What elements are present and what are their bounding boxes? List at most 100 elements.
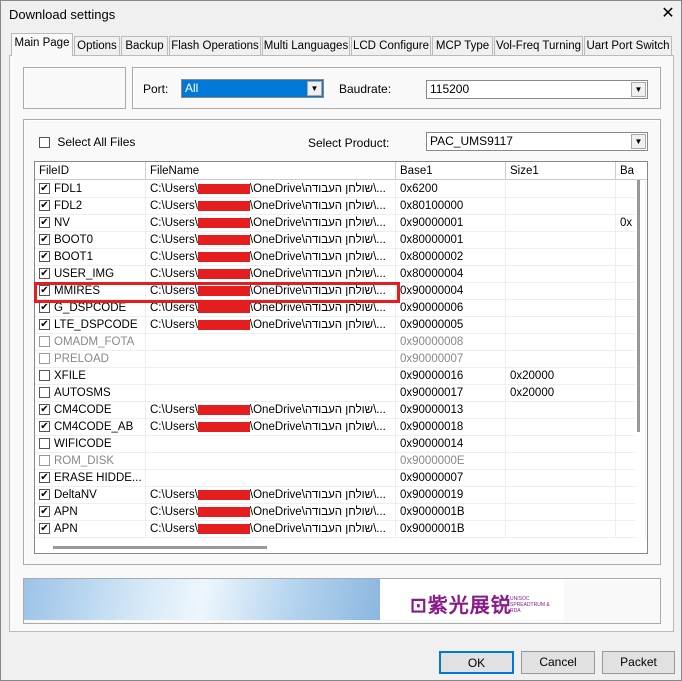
table-row[interactable]: ✔ FDL2 C:\Users\ \OneDrive\שולחן העבודה\...…: [35, 198, 646, 215]
redaction-mark: [197, 251, 250, 262]
port-select[interactable]: All ▼: [181, 79, 324, 98]
table-row[interactable]: ✔ ERASE HIDDE... 0x90000007: [35, 470, 646, 487]
base1-cell: 0x80100000: [396, 198, 506, 215]
path-prefix: C:\Users\: [150, 251, 198, 263]
table-row[interactable]: ROM_DISK 0x9000000E: [35, 453, 646, 470]
chevron-down-icon[interactable]: ▼: [631, 82, 646, 97]
table-row[interactable]: OMADM_FOTA 0x90000008: [35, 334, 646, 351]
file-checkbox[interactable]: [39, 370, 50, 382]
column-header-base1[interactable]: Base1: [396, 162, 506, 180]
table-row[interactable]: ✔ DeltaNV C:\Users\ \OneDrive\שולחן העבודה\…: [35, 487, 646, 504]
file-checkbox[interactable]: ✔: [39, 489, 50, 501]
file-checkbox[interactable]: ✔: [39, 217, 50, 229]
column-header-size1[interactable]: Size1: [506, 162, 616, 180]
file-id-cell: ✔ FDL2: [35, 198, 146, 215]
file-checkbox[interactable]: ✔: [39, 234, 50, 246]
tab-flash-operations[interactable]: Flash Operations: [169, 36, 261, 55]
file-checkbox[interactable]: ✔: [39, 319, 50, 331]
column-header-fileid[interactable]: FileID: [35, 162, 146, 180]
ok-button[interactable]: OK: [439, 651, 514, 674]
table-row[interactable]: XFILE 0x90000016 0x20000: [35, 368, 646, 385]
tab-mcp-type[interactable]: MCP Type: [432, 36, 493, 55]
baudrate-value: 115200: [430, 82, 470, 96]
file-id-cell: ✔ BOOT1: [35, 249, 146, 266]
column-header-ba[interactable]: Ba: [616, 162, 647, 180]
file-checkbox[interactable]: [39, 438, 50, 450]
file-id: BOOT0: [54, 234, 93, 246]
file-name-cell: C:\Users\ \OneDrive\שולחן העבודה\...: [146, 487, 396, 504]
ba-cell: [616, 385, 646, 402]
close-icon[interactable]: ✕: [657, 3, 679, 25]
baudrate-select[interactable]: 115200 ▼: [426, 80, 648, 99]
size1-cell: [506, 419, 616, 436]
window-title: Download settings: [9, 7, 116, 22]
file-checkbox[interactable]: ✔: [39, 404, 50, 416]
chevron-down-icon[interactable]: ▼: [307, 81, 322, 96]
tab-vol-freq-turning[interactable]: Vol-Freq Turning: [494, 36, 583, 55]
tab-backup[interactable]: Backup: [121, 36, 168, 55]
file-checkbox[interactable]: [39, 387, 50, 399]
redaction-mark: [197, 404, 250, 415]
file-name-cell: C:\Users\ \OneDrive\שולחן העבודה\...: [146, 317, 396, 334]
file-checkbox[interactable]: ✔: [39, 268, 50, 280]
table-row[interactable]: ✔ CM4CODE C:\Users\ \OneDrive\שולחן העבודה\…: [35, 402, 646, 419]
path-suffix: \OneDrive\שולחן העבודה\...: [249, 489, 386, 501]
tab-options[interactable]: Options: [74, 36, 120, 55]
table-row[interactable]: ✔ NV C:\Users\ \OneDrive\שולחן העבודה\... 0x…: [35, 215, 646, 232]
column-header-filename[interactable]: FileName: [146, 162, 396, 180]
file-id: APN: [54, 523, 78, 535]
base1-cell: 0x80000004: [396, 266, 506, 283]
vertical-scrollbar-thumb[interactable]: [637, 180, 640, 432]
file-id-cell: ✔ FDL1: [35, 181, 146, 198]
file-checkbox[interactable]: ✔: [39, 251, 50, 263]
packet-button[interactable]: Packet: [602, 651, 675, 674]
file-checkbox[interactable]: ✔: [39, 200, 50, 212]
file-id: NV: [54, 217, 70, 229]
horizontal-scrollbar-thumb[interactable]: [53, 546, 267, 549]
table-row[interactable]: PRELOAD 0x90000007: [35, 351, 646, 368]
file-checkbox[interactable]: ✔: [39, 523, 50, 535]
table-row[interactable]: ✔ BOOT1 C:\Users\ \OneDrive\שולחן העבודה\..…: [35, 249, 646, 266]
file-checkbox[interactable]: [39, 353, 50, 365]
file-checkbox[interactable]: ✔: [39, 421, 50, 433]
table-row[interactable]: ✔ APN C:\Users\ \OneDrive\שולחן העבודה\... 0…: [35, 521, 646, 538]
file-id-cell: AUTOSMS: [35, 385, 146, 402]
file-checkbox[interactable]: [39, 336, 50, 348]
size1-cell: [506, 453, 616, 470]
empty-group: [23, 67, 126, 109]
base1-cell: 0x90000007: [396, 351, 506, 368]
file-checkbox[interactable]: [39, 455, 50, 467]
tab-uart-port-switch[interactable]: Uart Port Switch: [584, 36, 672, 55]
cancel-button[interactable]: Cancel: [521, 651, 595, 674]
product-select[interactable]: PAC_UMS9117 ▼: [426, 132, 648, 151]
file-checkbox[interactable]: ✔: [39, 302, 50, 314]
table-row[interactable]: ✔ BOOT0 C:\Users\ \OneDrive\שולחן העבודה\..…: [35, 232, 646, 249]
table-row[interactable]: ✔ CM4CODE_AB C:\Users\ \OneDrive\שולחן העבו…: [35, 419, 646, 436]
table-row[interactable]: ✔ APN C:\Users\ \OneDrive\שולחן העבודה\... 0…: [35, 504, 646, 521]
table-row[interactable]: ✔ USER_IMG C:\Users\ \OneDrive\שולחן העבודה…: [35, 266, 646, 283]
chevron-down-icon[interactable]: ▼: [631, 134, 646, 149]
file-checkbox[interactable]: ✔: [39, 183, 50, 195]
tab-multi-languages[interactable]: Multi Languages: [262, 36, 350, 55]
size1-cell: [506, 283, 616, 300]
table-row[interactable]: AUTOSMS 0x90000017 0x20000: [35, 385, 646, 402]
table-row[interactable]: ✔ FDL1 C:\Users\ \OneDrive\שולחן העבודה\...…: [35, 181, 646, 198]
select-all-checkbox[interactable]: Select All Files: [39, 135, 135, 149]
baudrate-label: Baudrate:: [339, 82, 392, 96]
file-id: G_DSPCODE: [54, 302, 127, 314]
path-suffix: \OneDrive\שולחן העבודה\...: [249, 421, 386, 433]
path-suffix: \OneDrive\שולחן העבודה\...: [249, 523, 386, 535]
table-row[interactable]: ✔ LTE_DSPCODE C:\Users\ \OneDrive\שולחן העב…: [35, 317, 646, 334]
tab-lcd-configure[interactable]: LCD Configure: [351, 36, 431, 55]
path-prefix: C:\Users\: [150, 489, 198, 501]
table-row[interactable]: WIFICODE 0x90000014: [35, 436, 646, 453]
file-checkbox[interactable]: ✔: [39, 506, 50, 518]
tab-main-page[interactable]: Main Page: [11, 33, 73, 56]
ba-cell: [616, 470, 646, 487]
ba-cell: [616, 334, 646, 351]
size1-cell: [506, 504, 616, 521]
size1-cell: [506, 402, 616, 419]
file-checkbox[interactable]: ✔: [39, 472, 50, 484]
path-prefix: C:\Users\: [150, 421, 198, 433]
path-prefix: C:\Users\: [150, 319, 198, 331]
